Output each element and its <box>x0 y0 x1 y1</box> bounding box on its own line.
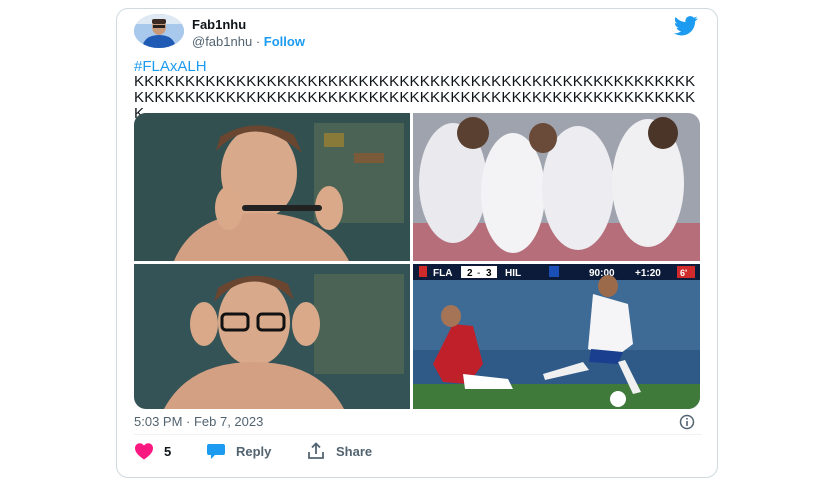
author-handle[interactable]: @fab1nhu <box>192 34 252 49</box>
reply-button[interactable]: Reply <box>206 442 271 460</box>
twitter-bird-icon[interactable] <box>674 16 698 36</box>
heart-icon <box>135 443 153 460</box>
reply-label: Reply <box>236 443 272 459</box>
share-icon <box>308 442 324 459</box>
share-label: Share <box>336 443 373 459</box>
meme-panel-blurry-players <box>413 113 700 261</box>
meme-panel-match: FLA 2 - 3 HIL 90:00 +1:20 6' <box>413 264 700 409</box>
likes-count: 5 <box>164 443 172 459</box>
follow-button[interactable]: Follow <box>264 34 305 49</box>
score-home: FLA <box>433 268 452 279</box>
info-icon[interactable] <box>679 414 695 430</box>
share-button[interactable]: Share <box>306 442 372 460</box>
meme-panel-glasses-off <box>134 113 410 261</box>
meme-panel-glasses-on <box>134 264 410 409</box>
score-away-goals: 3 <box>486 268 492 279</box>
meta-separator: · <box>255 34 261 49</box>
author-meta: @fab1nhu · Follow <box>192 34 305 49</box>
action-divider <box>134 434 702 435</box>
avatar[interactable] <box>134 14 184 48</box>
score-away: HIL <box>505 268 521 279</box>
extra-minutes: 6' <box>680 268 687 278</box>
score-home-goals: 2 <box>467 268 473 279</box>
tweet-timestamp[interactable]: 5:03 PM · Feb 7, 2023 <box>134 414 263 429</box>
tweet-media[interactable]: FLA 2 - 3 HIL 90:00 +1:20 6' <box>134 113 700 409</box>
score-sep: - <box>477 268 480 279</box>
like-button[interactable]: 5 <box>134 442 171 460</box>
author-name[interactable]: Fab1nhu <box>192 17 246 32</box>
reply-bubble-icon <box>207 444 225 459</box>
added-time: +1:20 <box>635 268 661 279</box>
